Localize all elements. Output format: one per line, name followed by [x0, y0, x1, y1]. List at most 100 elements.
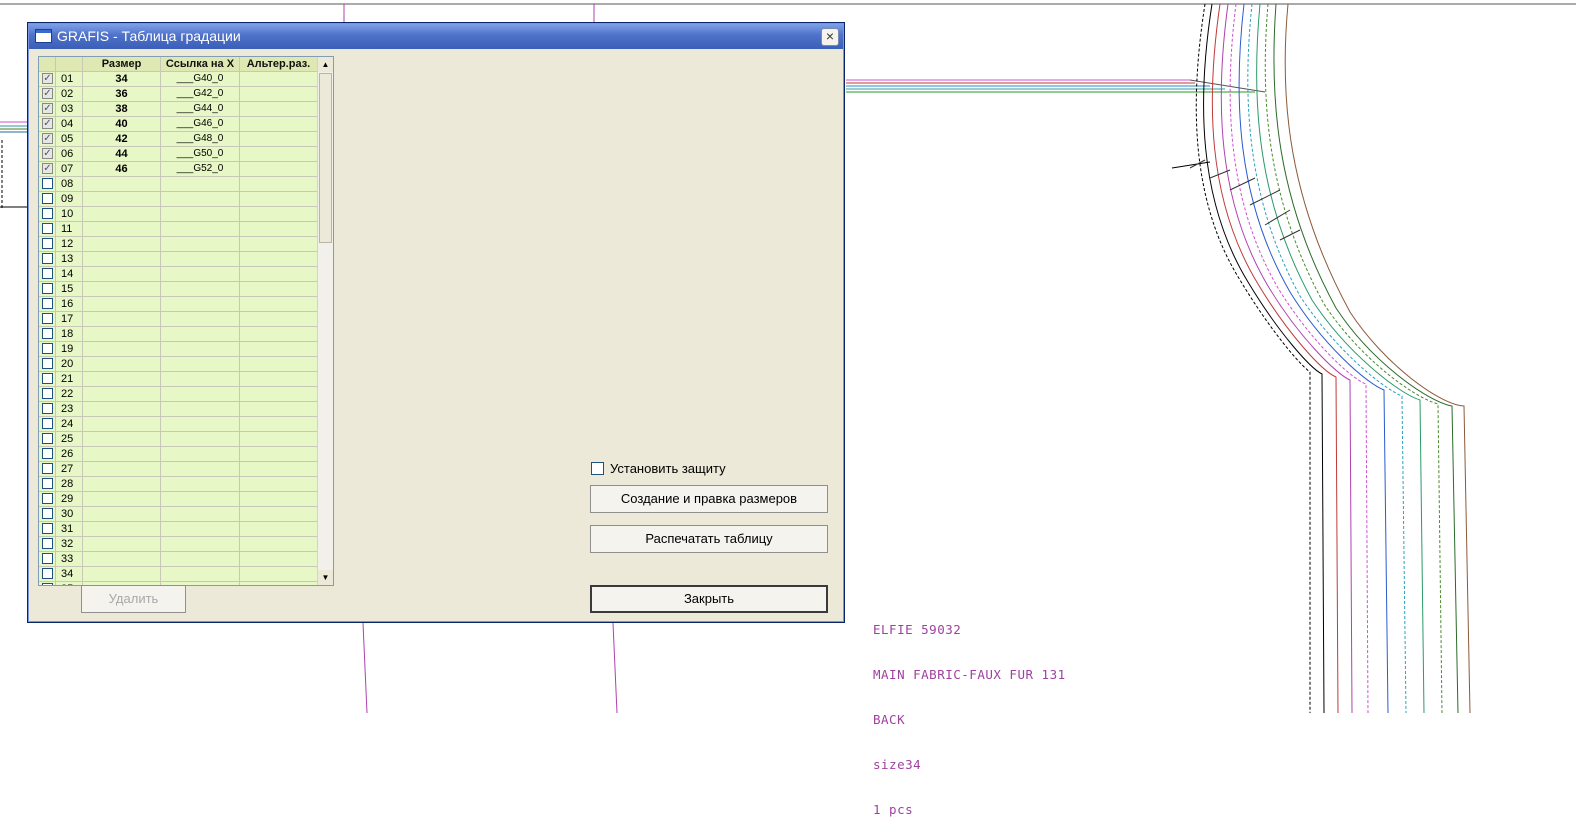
link-x-cell[interactable] [161, 417, 240, 432]
row-checkbox[interactable] [42, 553, 53, 564]
row-checkbox[interactable] [42, 253, 53, 264]
row-check-cell[interactable]: ✓ [39, 132, 56, 147]
table-row[interactable]: ✓ 04 40 ___G46_0 [39, 117, 318, 132]
row-check-cell[interactable] [39, 537, 56, 552]
link-x-cell[interactable] [161, 552, 240, 567]
row-checkbox[interactable] [42, 538, 53, 549]
row-check-cell[interactable] [39, 267, 56, 282]
row-check-cell[interactable] [39, 447, 56, 462]
table-row[interactable]: ✓ 05 42 ___G48_0 [39, 132, 318, 147]
row-checkbox[interactable] [42, 568, 53, 579]
link-x-cell[interactable] [161, 237, 240, 252]
table-row[interactable]: 20 [39, 357, 318, 372]
size-cell[interactable] [83, 192, 161, 207]
link-x-cell[interactable] [161, 372, 240, 387]
size-cell[interactable] [83, 372, 161, 387]
checkmark-icon[interactable]: ✓ [42, 73, 53, 84]
grading-table-dialog[interactable]: GRAFIS - Таблица градации × Размер Ссылк… [27, 22, 845, 623]
row-checkbox[interactable] [42, 238, 53, 249]
table-row[interactable]: 21 [39, 372, 318, 387]
alt-size-cell[interactable] [240, 477, 318, 492]
row-checkbox[interactable] [42, 268, 53, 279]
row-check-cell[interactable] [39, 432, 56, 447]
size-cell[interactable] [83, 267, 161, 282]
row-check-cell[interactable] [39, 192, 56, 207]
alt-size-cell[interactable] [240, 252, 318, 267]
size-cell[interactable] [83, 492, 161, 507]
link-x-cell[interactable] [161, 357, 240, 372]
link-x-cell[interactable] [161, 252, 240, 267]
size-cell[interactable] [83, 252, 161, 267]
scroll-up-icon[interactable]: ▲ [318, 57, 333, 72]
link-x-cell[interactable]: ___G52_0 [161, 162, 240, 177]
row-check-cell[interactable] [39, 252, 56, 267]
table-row[interactable]: ✓ 07 46 ___G52_0 [39, 162, 318, 177]
alt-size-cell[interactable] [240, 207, 318, 222]
row-checkbox[interactable] [42, 358, 53, 369]
row-checkbox[interactable] [42, 388, 53, 399]
row-check-cell[interactable]: ✓ [39, 162, 56, 177]
row-checkbox[interactable] [42, 283, 53, 294]
checkmark-icon[interactable]: ✓ [42, 118, 53, 129]
link-x-cell[interactable] [161, 207, 240, 222]
size-cell[interactable] [83, 447, 161, 462]
alt-size-cell[interactable] [240, 402, 318, 417]
link-x-cell[interactable]: ___G44_0 [161, 102, 240, 117]
link-x-cell[interactable]: ___G40_0 [161, 72, 240, 87]
row-checkbox[interactable] [42, 178, 53, 189]
size-cell[interactable] [83, 342, 161, 357]
row-check-cell[interactable] [39, 462, 56, 477]
grid-vertical-scrollbar[interactable]: ▲ ▼ [317, 57, 333, 585]
checkmark-icon[interactable]: ✓ [42, 148, 53, 159]
table-row[interactable]: 31 [39, 522, 318, 537]
row-checkbox[interactable] [42, 583, 53, 585]
alt-size-cell[interactable] [240, 267, 318, 282]
size-cell[interactable] [83, 402, 161, 417]
row-check-cell[interactable] [39, 177, 56, 192]
row-check-cell[interactable] [39, 282, 56, 297]
link-x-cell[interactable] [161, 507, 240, 522]
link-x-cell[interactable]: ___G46_0 [161, 117, 240, 132]
link-x-cell[interactable] [161, 567, 240, 582]
alt-size-cell[interactable] [240, 567, 318, 582]
checkmark-icon[interactable]: ✓ [42, 88, 53, 99]
alt-size-cell[interactable] [240, 432, 318, 447]
row-checkbox[interactable] [42, 418, 53, 429]
alt-size-cell[interactable] [240, 87, 318, 102]
alt-size-cell[interactable] [240, 162, 318, 177]
alt-size-cell[interactable] [240, 387, 318, 402]
table-row[interactable]: 16 [39, 297, 318, 312]
row-checkbox[interactable] [42, 433, 53, 444]
size-cell[interactable] [83, 312, 161, 327]
header-link-x[interactable]: Ссылка на X [161, 57, 240, 72]
alt-size-cell[interactable] [240, 552, 318, 567]
table-row[interactable]: 24 [39, 417, 318, 432]
alt-size-cell[interactable] [240, 177, 318, 192]
protect-checkbox-box[interactable] [591, 462, 604, 475]
size-cell[interactable] [83, 222, 161, 237]
row-check-cell[interactable] [39, 327, 56, 342]
table-row[interactable]: 28 [39, 477, 318, 492]
grading-grid[interactable]: Размер Ссылка на X Альтер.раз. ✓ 01 34 ___G… [38, 56, 334, 586]
table-row[interactable]: 19 [39, 342, 318, 357]
scroll-thumb[interactable] [319, 73, 332, 243]
table-row[interactable]: 13 [39, 252, 318, 267]
close-button[interactable]: × [821, 28, 839, 46]
alt-size-cell[interactable] [240, 222, 318, 237]
row-check-cell[interactable] [39, 522, 56, 537]
delete-button[interactable]: Удалить [81, 585, 186, 613]
link-x-cell[interactable] [161, 522, 240, 537]
size-cell[interactable] [83, 357, 161, 372]
row-check-cell[interactable] [39, 387, 56, 402]
table-row[interactable]: 33 [39, 552, 318, 567]
alt-size-cell[interactable] [240, 447, 318, 462]
row-checkbox[interactable] [42, 523, 53, 534]
row-check-cell[interactable]: ✓ [39, 117, 56, 132]
link-x-cell[interactable] [161, 297, 240, 312]
table-row[interactable]: 26 [39, 447, 318, 462]
table-row[interactable]: 10 [39, 207, 318, 222]
size-cell[interactable]: 44 [83, 147, 161, 162]
row-check-cell[interactable] [39, 477, 56, 492]
row-checkbox[interactable] [42, 478, 53, 489]
link-x-cell[interactable] [161, 387, 240, 402]
